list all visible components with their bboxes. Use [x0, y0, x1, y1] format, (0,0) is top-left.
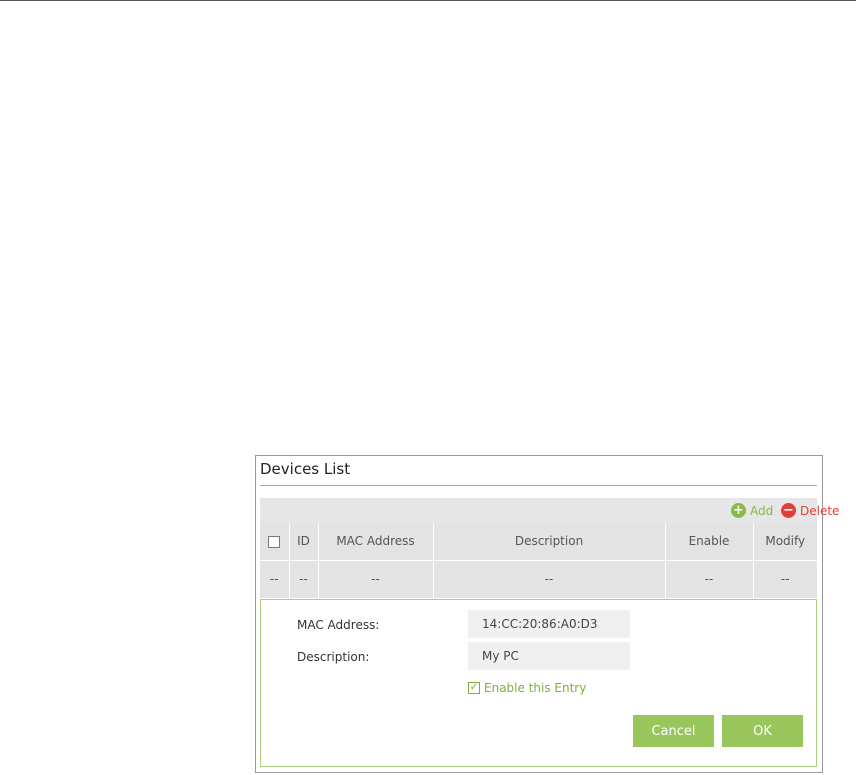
ok-button[interactable]: OK	[722, 715, 803, 747]
select-all-checkbox[interactable]	[268, 535, 281, 548]
mac-address-label: MAC Address:	[297, 618, 380, 632]
add-button[interactable]: + Add	[731, 502, 773, 519]
header-description: Description	[433, 523, 666, 561]
header-select-all[interactable]	[260, 523, 290, 561]
cell-description: --	[433, 560, 666, 599]
title-divider	[260, 485, 817, 486]
header-modify: Modify	[753, 523, 817, 561]
header-id: ID	[289, 523, 319, 561]
description-input[interactable]	[468, 642, 630, 670]
cell-modify: --	[753, 560, 817, 599]
checkmark-icon: ✓	[468, 682, 480, 694]
enable-entry-checkbox[interactable]: ✓ Enable this Entry	[468, 681, 586, 695]
delete-label: Delete	[800, 503, 840, 518]
header-enable: Enable	[665, 523, 754, 561]
cell-id: --	[289, 560, 319, 599]
enable-entry-label: Enable this Entry	[484, 681, 587, 695]
top-divider	[0, 0, 856, 1]
plus-icon: +	[731, 503, 746, 518]
devices-list-panel: Devices List + Add − Delete ID MAC Addre…	[255, 455, 839, 773]
table-header-row: ID MAC Address Description Enable Modify	[260, 523, 817, 561]
cell-enable: --	[665, 560, 754, 599]
cancel-button[interactable]: Cancel	[633, 715, 714, 747]
cell-mac-address: --	[318, 560, 434, 599]
add-label: Add	[750, 503, 774, 518]
entry-edit-form: MAC Address: Description: ✓ Enable this …	[260, 599, 817, 767]
panel-title: Devices List	[260, 460, 351, 478]
cell-select: --	[260, 560, 290, 599]
minus-icon: −	[781, 503, 796, 518]
delete-button[interactable]: − Delete	[781, 502, 839, 519]
header-mac-address: MAC Address	[318, 523, 434, 561]
description-label: Description:	[297, 650, 370, 664]
table-toolbar: + Add − Delete	[260, 498, 839, 523]
mac-address-input[interactable]	[468, 610, 630, 638]
devices-table: ID MAC Address Description Enable Modify…	[260, 523, 817, 599]
table-row: -- -- -- -- -- --	[260, 560, 817, 599]
